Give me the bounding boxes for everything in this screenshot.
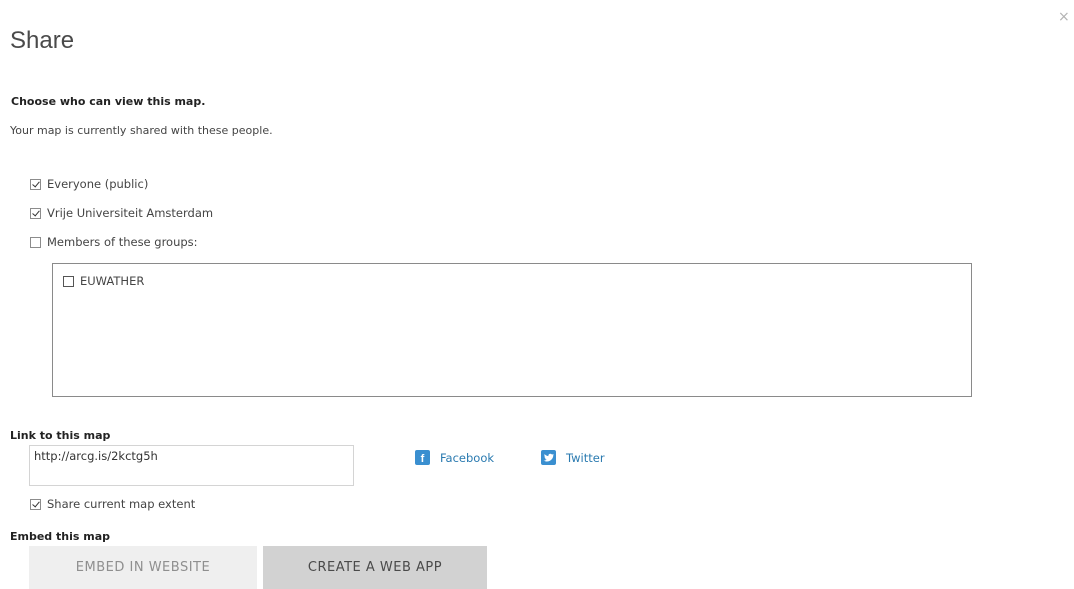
twitter-link[interactable]: Twitter [541, 450, 605, 465]
share-dialog: × Share Choose who can view this map. Yo… [0, 0, 1074, 589]
facebook-icon: f [415, 450, 430, 465]
euwather-checkbox[interactable] [63, 275, 74, 287]
share-extent-option[interactable]: Share current map extent [30, 497, 195, 511]
groups-checkbox[interactable] [30, 236, 41, 248]
euwather-label: EUWATHER [80, 274, 145, 288]
everyone-checkbox[interactable] [30, 178, 41, 190]
embed-in-website-button[interactable]: EMBED IN WEBSITE [29, 546, 257, 589]
dialog-title: Share [10, 27, 75, 54]
organization-label: Vrije Universiteit Amsterdam [47, 206, 214, 220]
twitter-bird-glyph [543, 453, 554, 462]
group-item-euwather[interactable]: EUWATHER [63, 274, 144, 288]
visibility-subtext: Your map is currently shared with these … [10, 124, 273, 137]
organization-checkbox[interactable] [30, 207, 41, 219]
map-link-input[interactable]: http://arcg.is/2kctg5h [29, 445, 354, 486]
twitter-icon [541, 450, 556, 465]
groups-label: Members of these groups: [47, 235, 198, 249]
embed-heading: Embed this map [10, 530, 111, 543]
share-extent-checkbox[interactable] [30, 498, 41, 510]
facebook-link[interactable]: f Facebook [415, 450, 494, 465]
link-heading: Link to this map [10, 429, 111, 442]
create-web-app-button[interactable]: CREATE A WEB APP [263, 546, 487, 589]
option-organization[interactable]: Vrije Universiteit Amsterdam [30, 206, 213, 220]
facebook-label: Facebook [440, 450, 495, 465]
close-icon[interactable]: × [1058, 10, 1070, 24]
option-groups[interactable]: Members of these groups: [30, 235, 198, 249]
option-everyone[interactable]: Everyone (public) [30, 177, 148, 191]
visibility-heading: Choose who can view this map. [11, 95, 206, 108]
twitter-label: Twitter [566, 450, 605, 465]
everyone-label: Everyone (public) [47, 177, 149, 191]
share-extent-label: Share current map extent [47, 497, 196, 511]
groups-list[interactable]: EUWATHER [52, 263, 972, 397]
